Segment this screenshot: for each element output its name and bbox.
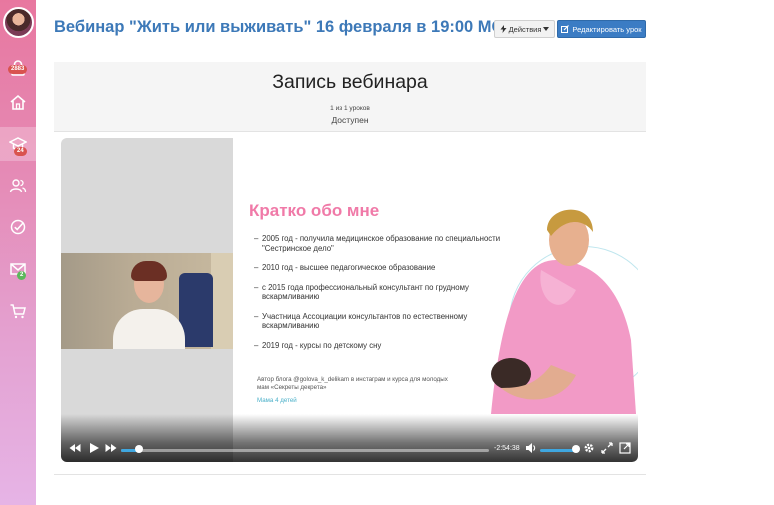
sidebar-item-lock[interactable]: 2883 [0,51,36,85]
users-icon [9,179,27,193]
edit-icon [561,25,570,33]
edit-lesson-button[interactable]: Редактировать урок [557,20,646,38]
slide-bullet: 2005 год - получила медицинское образова… [254,234,514,253]
sidebar: 2883 24 2 [0,0,36,505]
slide-bullet: 2019 год - курсы по детскому сну [254,341,514,351]
sidebar-badge-messages: 2 [17,271,27,280]
picture-in-picture-icon[interactable] [601,442,613,454]
rewind-icon[interactable] [69,442,81,454]
lesson-title: Запись вебинара [272,71,428,93]
sidebar-item-shop[interactable] [0,294,36,328]
sidebar-item-tasks[interactable] [0,210,36,244]
slide-bullets: 2005 год - получила медицинское образова… [254,234,514,360]
user-avatar[interactable] [3,7,34,38]
lesson-header-panel: Запись вебинара 1 из 1 уроков Доступен [54,62,646,131]
slide-bullet: Участница Ассоциации консультантов по ес… [254,312,514,331]
sidebar-item-users[interactable] [0,169,36,203]
home-icon [10,94,26,110]
actions-label: Действия [508,24,542,34]
page-title: Вебинар "Жить или выживать" 16 февраля в… [54,18,514,36]
cart-icon [10,304,26,319]
sidebar-item-courses[interactable]: 24 [0,127,36,161]
sidebar-badge-courses: 24 [14,147,27,156]
volume-knob[interactable] [572,445,580,453]
time-remaining: -2:54:38 [494,445,520,452]
sidebar-item-home[interactable] [0,85,36,119]
sidebar-item-messages[interactable]: 2 [0,252,36,286]
webcam-feed [61,253,233,349]
slide-signature: Мама 4 детей [257,397,297,404]
slide-author-text: Автор блога @golova_k_delikam в инстагра… [257,376,448,391]
slide-bullet: с 2015 года профессиональный консультант… [254,283,514,302]
volume-icon[interactable] [525,442,537,454]
fast-forward-icon[interactable] [105,442,117,454]
progress-track[interactable] [121,449,489,452]
lesson-status: Доступен [331,115,369,125]
divider [54,474,646,475]
lesson-count: 1 из 1 уроков [330,105,370,112]
video-controls: -2:54:38 [61,438,638,462]
sidebar-badge-lock: 2883 [8,65,28,74]
check-circle-icon [10,219,26,235]
play-icon[interactable] [88,442,100,454]
actions-dropdown-button[interactable]: Действия [494,20,555,38]
divider [54,131,646,132]
slide-bullet: 2010 год - высшее педагогическое образов… [254,263,514,273]
caret-down-icon [543,27,550,31]
slide-title: Кратко обо мне [249,201,380,220]
settings-gear-icon[interactable] [583,442,595,454]
lightning-icon [500,25,507,33]
fullscreen-icon[interactable] [619,442,631,454]
edit-lesson-label: Редактировать урок [572,24,642,34]
presenter-photo [491,209,636,414]
volume-track[interactable] [540,449,576,452]
video-player[interactable]: Кратко обо мне 2005 год - получила медиц… [61,138,638,462]
